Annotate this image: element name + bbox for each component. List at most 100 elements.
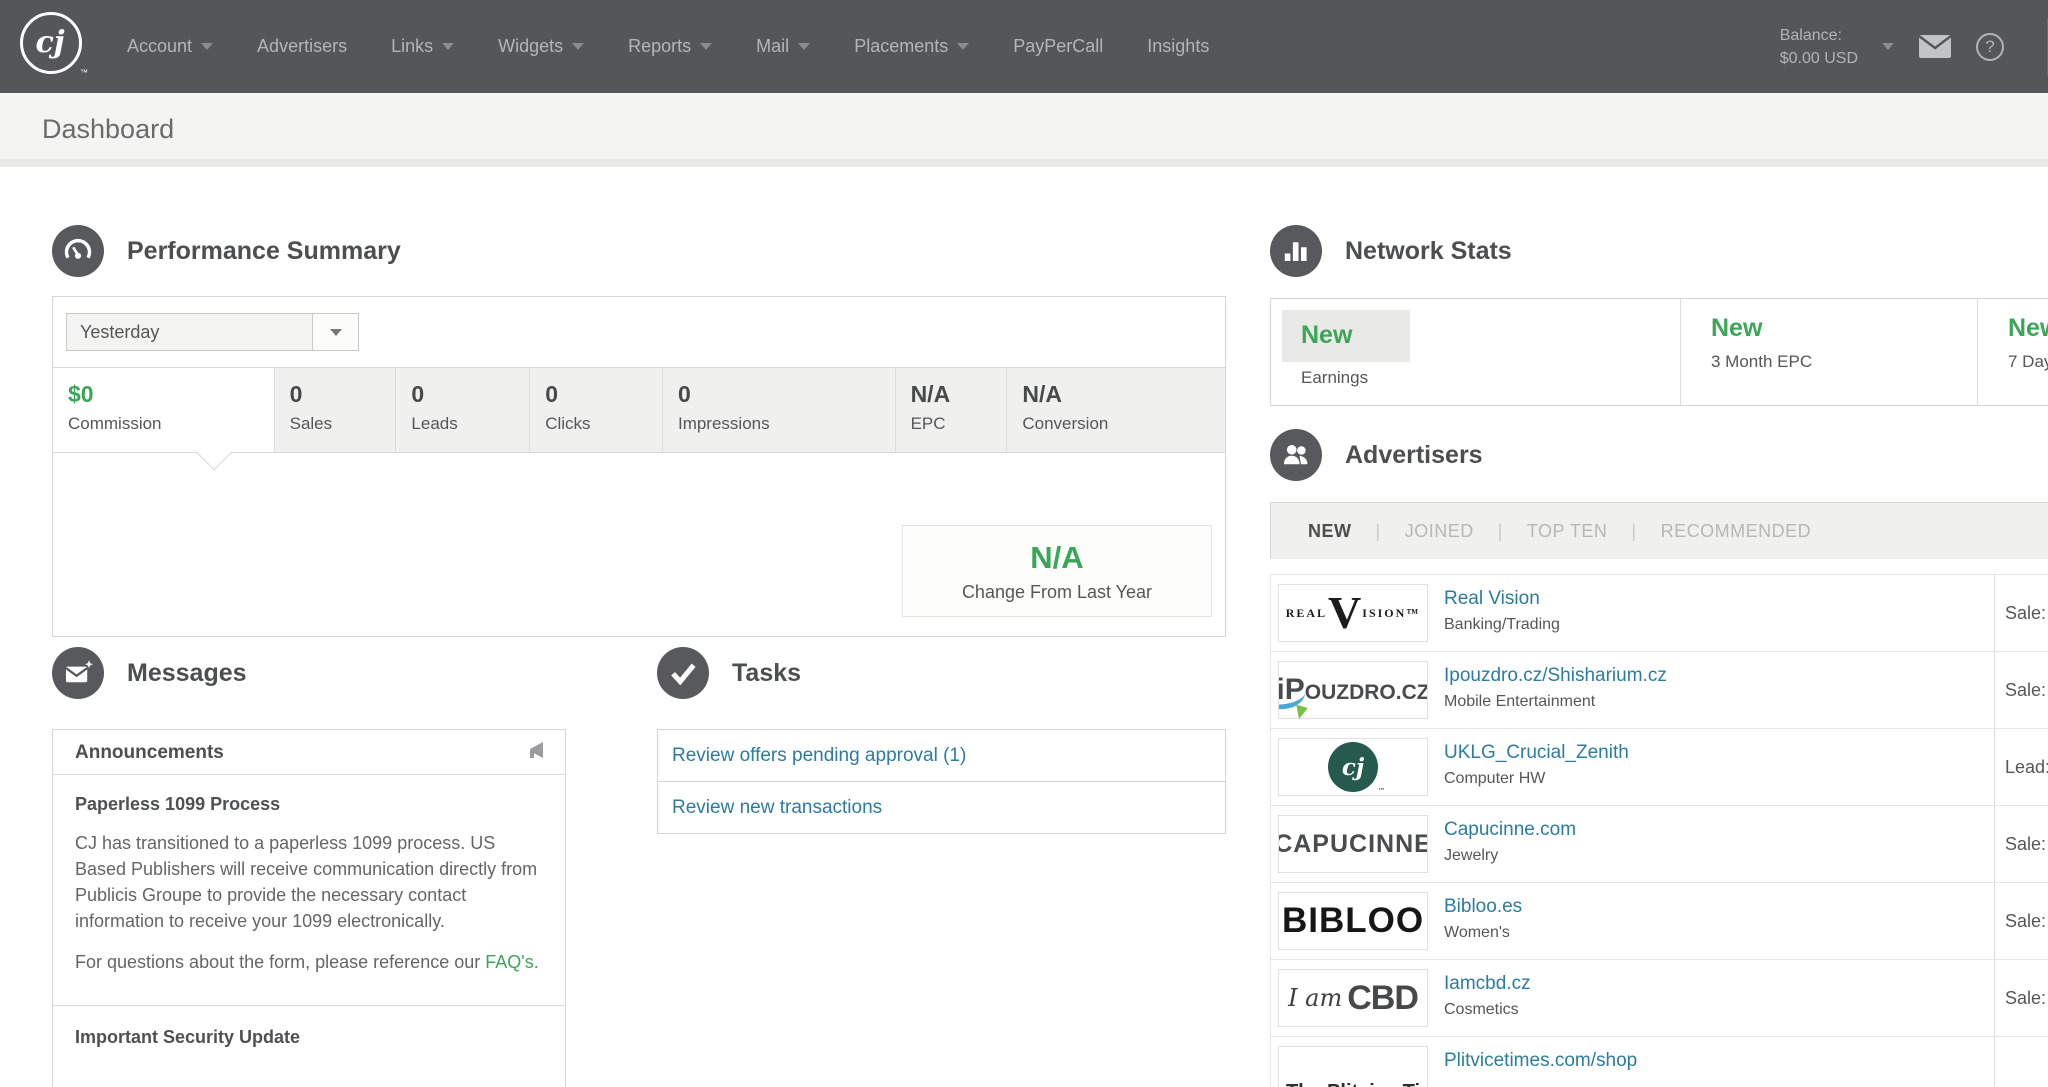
people-icon	[1270, 429, 1322, 481]
tasks-header: Tasks	[657, 647, 801, 699]
post-footer: For questions about the form, please ref…	[75, 949, 543, 975]
stat-sales[interactable]: 0 Sales	[275, 368, 397, 452]
help-icon[interactable]: ?	[1976, 33, 2004, 61]
chevron-down-icon	[572, 43, 584, 50]
balance-value: $0.00 USD	[1780, 47, 1858, 70]
page-title-bar: Dashboard	[0, 93, 2048, 167]
menu-item-mail[interactable]: Mail	[756, 36, 810, 57]
advertiser-category: Cosmetics	[1444, 1001, 1531, 1019]
performance-summary-panel: Yesterday $0 Commission 0 Sales 0 Lea	[52, 296, 1226, 637]
announcements-header: Announcements	[53, 730, 565, 775]
section-title: Tasks	[732, 659, 801, 688]
menu-item-widgets[interactable]: Widgets	[498, 36, 584, 57]
tab-new[interactable]: NEW	[1308, 521, 1352, 542]
advertiser-logo[interactable]: BIBLOO	[1278, 892, 1428, 950]
change-from-last-year: N/A Change From Last Year	[902, 525, 1212, 617]
period-select-value[interactable]: Yesterday	[66, 313, 313, 351]
menu-item-advertisers[interactable]: Advertisers	[257, 36, 347, 57]
advertiser-category: Mobile Entertainment	[1444, 693, 1667, 711]
advertiser-deal-type: Sale:	[1994, 806, 2046, 883]
stat-conversion[interactable]: N/A Conversion	[1007, 368, 1225, 452]
advertiser-name-link[interactable]: Capucinne.com	[1444, 819, 1576, 841]
advertiser-row: REAL V ISION™ Real Vision Banking/Tradin…	[1271, 574, 2048, 651]
period-select-button[interactable]	[312, 313, 359, 351]
advertiser-logo[interactable]: cj ™	[1278, 738, 1428, 796]
tab-recommended[interactable]: RECOMMENDED	[1661, 521, 1812, 542]
advertiser-category: Computer HW	[1444, 770, 1629, 788]
post-divider	[53, 1005, 565, 1006]
cj-logo-icon[interactable]: cj ™	[20, 12, 82, 74]
task-review-transactions[interactable]: Review new transactions	[657, 781, 1226, 834]
task-review-offers[interactable]: Review offers pending approval (1)	[657, 729, 1226, 782]
cj-logo-glyph: cj	[35, 28, 64, 58]
stat-commission[interactable]: $0 Commission	[53, 368, 275, 452]
advertiser-logo[interactable]: iPouzdro.cz	[1278, 661, 1428, 719]
advertiser-logo[interactable]: I am CBD	[1278, 969, 1428, 1027]
menu-item-insights[interactable]: Insights	[1147, 36, 1209, 57]
advertiser-name-link[interactable]: Bibloo.es	[1444, 896, 1522, 918]
menu-item-account[interactable]: Account	[127, 36, 213, 57]
advertiser-deal-type: Sale:	[1994, 960, 2046, 1037]
network-stats-cells: New Earnings New 3 Month EPC New 7 Day E…	[1270, 298, 2048, 406]
megaphone-icon	[527, 741, 551, 763]
advertiser-name-link[interactable]: Ipouzdro.cz/Shisharium.cz	[1444, 665, 1667, 687]
performance-toolbar: Yesterday	[53, 297, 1225, 367]
balance-dropdown[interactable]: Balance: $0.00 USD	[1780, 24, 1858, 70]
announcements-panel: Announcements Paperless 1099 Process CJ …	[52, 729, 566, 1087]
advertiser-row: iPouzdro.cz Ipouzdro.cz/Shisharium.cz Mo…	[1271, 651, 2048, 728]
advertiser-category: Banking/Trading	[1444, 616, 1560, 634]
menu-item-paypercall[interactable]: PayPerCall	[1013, 36, 1103, 57]
tab-joined[interactable]: JOINED	[1405, 521, 1474, 542]
bar-chart-icon	[1270, 225, 1322, 277]
page-title: Dashboard	[0, 93, 2048, 165]
stat-impressions[interactable]: 0 Impressions	[663, 368, 896, 452]
advertiser-logo[interactable]: CAPUCINNE	[1278, 815, 1428, 873]
advertiser-category: Women's	[1444, 924, 1522, 942]
check-icon	[657, 647, 709, 699]
post-title: Important Security Update	[75, 1027, 543, 1048]
messages-header: Messages	[52, 647, 247, 699]
performance-stats-row: $0 Commission 0 Sales 0 Leads 0 Clicks 0	[53, 367, 1225, 453]
advertiser-name-link[interactable]: Plitvicetimes.com/shop	[1444, 1050, 1637, 1072]
advertiser-logo[interactable]: REAL V ISION™	[1278, 584, 1428, 642]
chevron-down-icon	[798, 43, 810, 50]
advertiser-category: Jewelry	[1444, 847, 1576, 865]
menu-item-reports[interactable]: Reports	[628, 36, 712, 57]
advertiser-deal-type: Sale:	[1994, 883, 2046, 960]
advertiser-row: BIBLOO Bibloo.es Women's Sale:	[1271, 882, 2048, 959]
advertiser-name-link[interactable]: UKLG_Crucial_Zenith	[1444, 742, 1629, 764]
menu-item-links[interactable]: Links	[391, 36, 454, 57]
section-title: Performance Summary	[127, 237, 401, 266]
main-menu: Account Advertisers Links Widgets Report…	[127, 0, 1209, 93]
stat-epc[interactable]: N/A EPC	[896, 368, 1008, 452]
mail-icon[interactable]	[1918, 34, 1952, 59]
advertiser-deal-type: Lead:	[1994, 729, 2048, 806]
faqs-link[interactable]: FAQ's.	[485, 952, 538, 972]
tab-top-ten[interactable]: TOP TEN	[1527, 521, 1608, 542]
gauge-icon	[52, 225, 104, 277]
advertiser-name-link[interactable]: Real Vision	[1444, 588, 1560, 610]
performance-detail-area: N/A Change From Last Year	[53, 453, 1225, 636]
period-select[interactable]: Yesterday	[66, 313, 359, 351]
announcements-body: Paperless 1099 Process CJ has transition…	[53, 775, 565, 1048]
stat-clicks[interactable]: 0 Clicks	[530, 368, 663, 452]
advertiser-name-link[interactable]: Iamcbd.cz	[1444, 973, 1531, 995]
post-body: CJ has transitioned to a paperless 1099 …	[75, 830, 543, 934]
network-stat-3month-epc[interactable]: New 3 Month EPC	[1681, 299, 1978, 405]
menu-item-placements[interactable]: Placements	[854, 36, 969, 57]
advertiser-deal-type: Sale:	[1994, 575, 2046, 652]
chevron-down-icon	[957, 43, 969, 50]
performance-summary-header: Performance Summary	[52, 225, 401, 277]
chevron-down-icon[interactable]	[1882, 43, 1894, 50]
top-nav: cj ™ Account Advertisers Links Widgets R…	[0, 0, 2048, 93]
advertiser-logo[interactable]: The Plitvice Ti	[1278, 1046, 1428, 1087]
advertiser-row: I am CBD Iamcbd.cz Cosmetics Sale:	[1271, 959, 2048, 1036]
network-stat-7day-epc[interactable]: New 7 Day EPC	[1978, 299, 2048, 405]
chevron-down-icon	[442, 43, 454, 50]
stat-leads[interactable]: 0 Leads	[396, 368, 530, 452]
network-stat-earnings[interactable]: New Earnings	[1271, 299, 1681, 405]
advertiser-row: CAPUCINNE Capucinne.com Jewelry Sale:	[1271, 805, 2048, 882]
advertisers-list: REAL V ISION™ Real Vision Banking/Tradin…	[1270, 574, 2048, 1087]
task-list: Review offers pending approval (1) Revie…	[657, 729, 1226, 834]
advertisers-tabs: NEW | JOINED | TOP TEN | RECOMMENDED	[1270, 502, 2048, 559]
